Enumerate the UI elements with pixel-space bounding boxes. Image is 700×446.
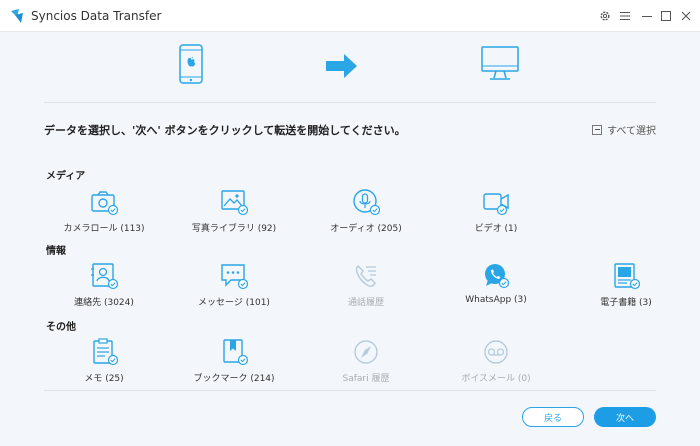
bookmark-icon: [223, 339, 249, 366]
item-label: メッセージ (101): [198, 298, 270, 308]
close-icon: [681, 11, 691, 21]
item-voicemail: ボイスメール (0): [431, 337, 561, 384]
notes-icon: [93, 338, 119, 366]
item-label: 写真ライブラリ (92): [191, 224, 277, 234]
whatsapp-icon: [485, 264, 510, 289]
gear-icon: [600, 11, 610, 21]
call-history-icon: [355, 265, 376, 287]
menu-icon: [620, 12, 630, 20]
item-photo-library[interactable]: 写真ライブラリ (92): [169, 187, 299, 234]
close-button[interactable]: [677, 7, 695, 25]
maximize-icon: [661, 11, 671, 21]
item-label: 通話履歴: [347, 298, 384, 308]
item-label: ビデオ (1): [474, 224, 518, 234]
item-label: メモ (25): [84, 374, 124, 384]
settings-button[interactable]: [596, 7, 614, 25]
video-icon: [483, 193, 509, 216]
safari-icon: [354, 340, 378, 364]
voicemail-icon: [484, 340, 508, 364]
minimize-button[interactable]: [638, 7, 656, 25]
transfer-direction-banner: [0, 32, 700, 102]
select-all-label: すべて選択: [607, 126, 656, 137]
item-camera-roll[interactable]: カメラロール (113): [39, 187, 169, 234]
select-all-checkbox[interactable]: [592, 124, 603, 135]
select-all-toggle[interactable]: すべて選択: [592, 122, 656, 137]
item-label: オーディオ (205): [330, 224, 402, 234]
menu-button[interactable]: [616, 7, 634, 25]
item-label: Safari 履歴: [342, 374, 390, 384]
title-bar: Syncios Data Transfer: [0, 0, 700, 32]
item-audio[interactable]: オーディオ (205): [301, 187, 431, 234]
arrow-right-icon: [326, 54, 357, 78]
item-contacts[interactable]: 連絡先 (3024): [39, 261, 169, 308]
contacts-icon: [91, 263, 119, 290]
section-title-other: その他: [46, 322, 76, 333]
divider: [44, 390, 656, 391]
item-label: WhatsApp (3): [465, 295, 527, 305]
camera-icon: [91, 191, 119, 216]
back-button[interactable]: 戻る: [522, 407, 584, 427]
item-call-history: 通話履歴: [301, 261, 431, 308]
item-notes[interactable]: メモ (25): [39, 337, 169, 384]
maximize-button[interactable]: [657, 7, 675, 25]
instruction-text: データを選択し、'次へ' ボタンをクリックして転送を開始してください。: [44, 124, 406, 137]
section-title-media: メディア: [46, 171, 86, 182]
app-logo-icon: [11, 9, 23, 23]
audio-icon: [353, 189, 381, 216]
item-label: ブックマーク (214): [193, 374, 275, 384]
computer-icon: [481, 46, 519, 80]
section-title-info: 情報: [46, 246, 66, 257]
item-video[interactable]: ビデオ (1): [431, 187, 561, 234]
photo-library-icon: [221, 190, 249, 216]
item-whatsapp[interactable]: WhatsApp (3): [431, 261, 561, 305]
item-label: ボイスメール (0): [461, 374, 531, 384]
item-messages[interactable]: メッセージ (101): [169, 261, 299, 308]
next-button[interactable]: 次へ: [594, 407, 656, 427]
messages-icon: [221, 264, 249, 290]
minimize-icon: [642, 16, 652, 17]
iphone-icon: [179, 44, 203, 84]
item-safari-history: Safari 履歴: [301, 337, 431, 384]
window-title: Syncios Data Transfer: [31, 9, 162, 23]
item-ebooks[interactable]: 電子書籍 (3): [561, 261, 691, 308]
divider: [44, 102, 656, 103]
item-label: 連絡先 (3024): [74, 298, 134, 308]
item-bookmarks[interactable]: ブックマーク (214): [169, 337, 299, 384]
item-label: カメラロール (113): [63, 224, 145, 234]
item-label: 電子書籍 (3): [600, 298, 652, 308]
ebook-icon: [614, 263, 641, 290]
